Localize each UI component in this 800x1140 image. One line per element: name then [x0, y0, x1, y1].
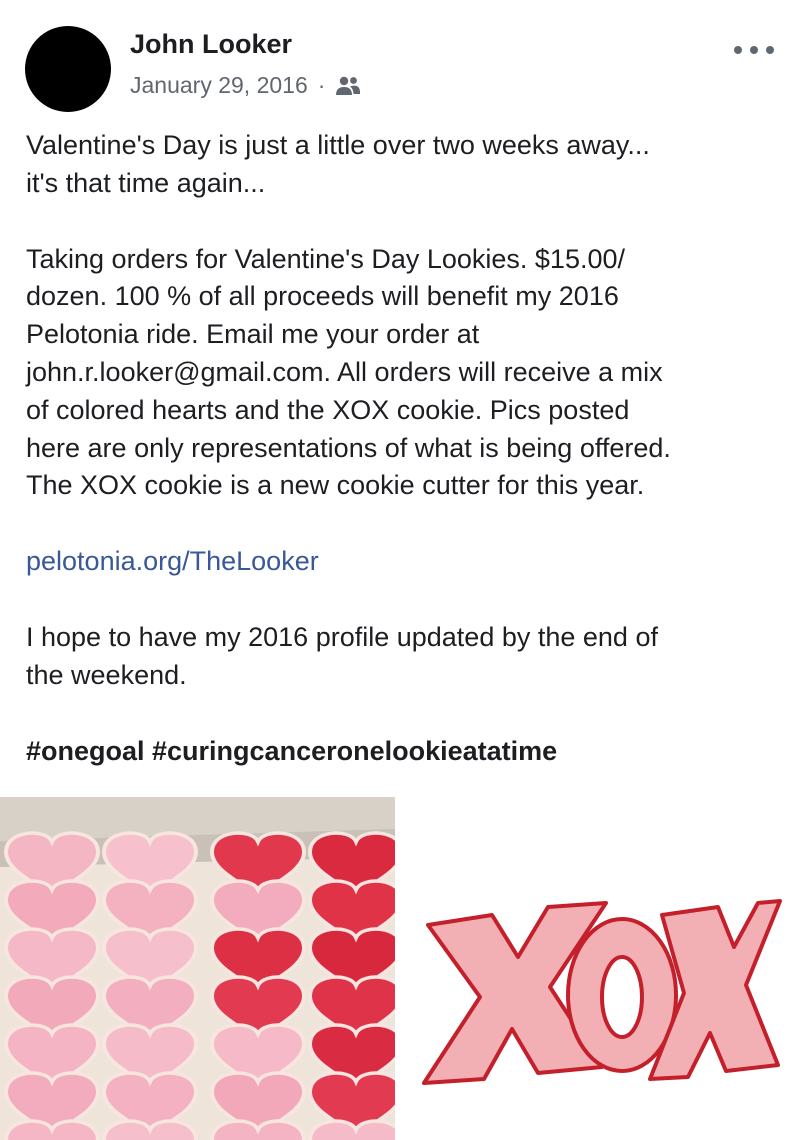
avatar[interactable] — [25, 26, 111, 112]
post-closing: I hope to have my 2016 profile updated b… — [26, 621, 658, 690]
author-name[interactable]: John Looker — [130, 29, 292, 60]
friends-icon[interactable] — [335, 75, 361, 97]
xox-text: XOX — [599, 1132, 601, 1134]
photo-grid: XOX — [0, 797, 800, 1140]
post-paragraph: Taking orders for Valentine's Day Lookie… — [26, 243, 671, 501]
more-options-icon[interactable] — [734, 40, 774, 60]
post-paragraph: Valentine's Day is just a little over tw… — [26, 130, 650, 198]
post-meta: January 29, 2016 · — [130, 72, 361, 99]
post-header: John Looker January 29, 2016 · — [0, 0, 800, 112]
hashtags[interactable]: #onegoal #curingcanceronelookieatatime — [26, 733, 786, 771]
pelotonia-link[interactable]: pelotonia.org/TheLooker — [26, 546, 319, 576]
xox-cookie-photo[interactable]: XOX — [400, 797, 800, 1140]
post-body: Valentine's Day is just a little over tw… — [26, 127, 786, 808]
heart-cookie — [308, 1119, 395, 1140]
post-date[interactable]: January 29, 2016 — [130, 72, 308, 99]
heart-cookies-photo[interactable] — [0, 797, 395, 1140]
meta-separator: · — [317, 72, 326, 98]
